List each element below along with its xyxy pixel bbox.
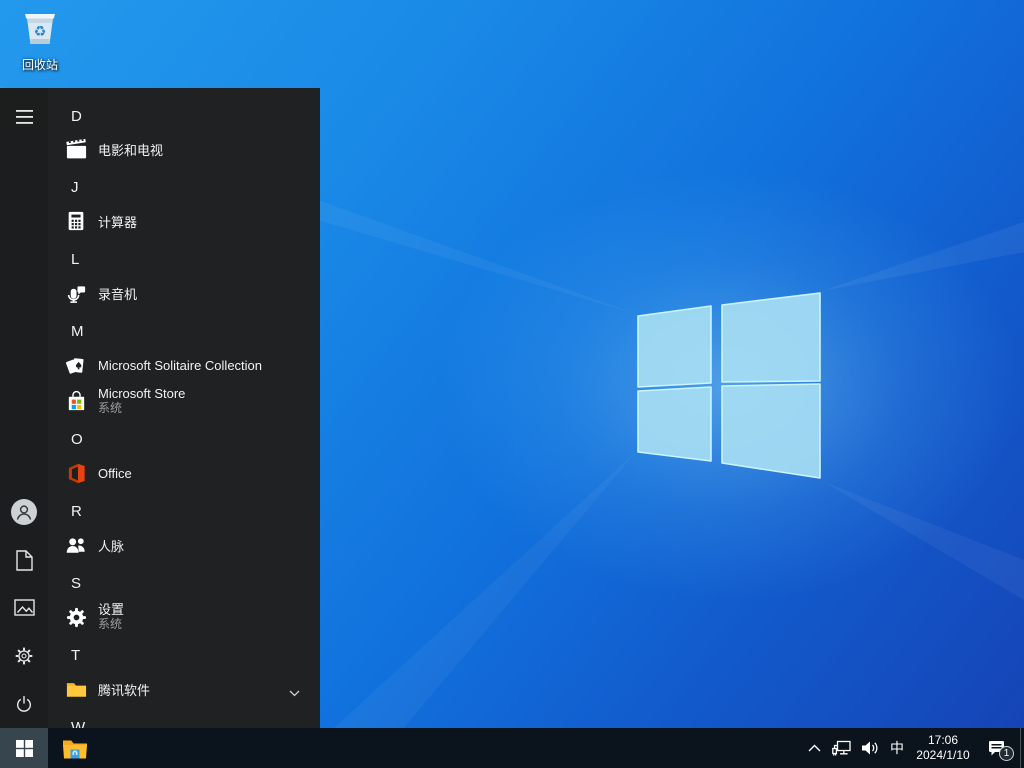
windows-desktop: ♻ 回收站 D 电影和电视 J 计算器 L 录音机 M Microsoft So… — [0, 0, 1024, 768]
app-item-tencent-folder[interactable]: 腾讯软件 — [48, 670, 320, 708]
voice-recorder-icon — [64, 281, 88, 305]
section-header-l[interactable]: L — [48, 240, 320, 278]
notification-badge: 1 — [999, 746, 1014, 761]
app-label: 录音机 — [98, 286, 138, 302]
svg-text:♻: ♻ — [34, 24, 47, 40]
recycle-bin[interactable]: ♻ 回收站 — [8, 6, 72, 73]
app-label: 电影和电视 — [98, 142, 164, 158]
section-header-o[interactable]: O — [48, 420, 320, 458]
app-item-settings[interactable]: 设置 系统 — [48, 597, 320, 637]
folder-icon — [64, 677, 88, 701]
section-letter: S — [71, 574, 82, 592]
app-label: Office — [98, 465, 132, 481]
section-header-r[interactable]: R — [48, 492, 320, 530]
file-explorer-button[interactable] — [52, 728, 98, 768]
ime-label: 中 — [890, 740, 904, 756]
system-tray: 中 17:06 2024/1/10 1 — [802, 728, 1018, 768]
section-header-m[interactable]: M — [48, 312, 320, 350]
settings-app-icon — [64, 605, 88, 629]
store-icon — [64, 389, 88, 413]
power-icon[interactable] — [0, 684, 48, 724]
app-sublabel: 系统 — [98, 401, 123, 415]
speaker-volume-icon — [861, 741, 877, 755]
clock-time: 17:06 — [927, 733, 958, 747]
start-menu-rail — [0, 88, 48, 728]
user-avatar-icon[interactable] — [0, 492, 48, 532]
app-item-voice-recorder[interactable]: 录音机 — [48, 274, 320, 312]
people-icon — [64, 533, 88, 557]
section-letter: T — [71, 646, 81, 664]
app-label: Microsoft Store — [98, 386, 186, 401]
recycle-bin-label: 回收站 — [21, 58, 58, 72]
app-label: 设置 — [98, 602, 125, 617]
pictures-icon[interactable] — [0, 587, 48, 627]
app-label: 计算器 — [98, 214, 138, 230]
app-item-microsoft-store[interactable]: Microsoft Store 系统 — [48, 381, 320, 421]
section-header-t[interactable]: T — [48, 636, 320, 674]
tray-clock[interactable]: 17:06 2024/1/10 — [910, 728, 976, 768]
app-item-office[interactable]: Office — [48, 454, 320, 492]
recycle-bin-icon: ♻ — [25, 14, 55, 44]
action-center-button[interactable]: 1 — [976, 728, 1018, 768]
office-icon — [64, 461, 88, 485]
section-letter: R — [71, 502, 82, 520]
app-label: 人脉 — [98, 538, 125, 554]
section-header-w[interactable]: W — [48, 708, 320, 729]
app-item-movies-tv[interactable]: 电影和电视 — [48, 130, 320, 168]
tray-network[interactable] — [826, 728, 856, 768]
documents-icon[interactable] — [0, 540, 48, 580]
chevron-down-icon — [289, 684, 300, 702]
section-letter: M — [71, 322, 84, 340]
settings-gear-icon[interactable] — [0, 636, 48, 676]
windows-logo-icon — [15, 739, 33, 757]
calculator-icon — [64, 209, 88, 233]
tray-ime-indicator[interactable]: 中 — [884, 728, 910, 768]
app-label: 腾讯软件 — [98, 682, 151, 698]
app-sublabel: 系统 — [98, 617, 123, 631]
show-desktop-button[interactable] — [1020, 728, 1024, 768]
app-item-calculator[interactable]: 计算器 — [48, 202, 320, 240]
app-item-solitaire[interactable]: Microsoft Solitaire Collection — [48, 346, 320, 384]
clock-date: 2024/1/10 — [916, 748, 970, 762]
app-item-people[interactable]: 人脉 — [48, 526, 320, 564]
section-letter: W — [71, 718, 86, 729]
tray-volume[interactable] — [856, 728, 884, 768]
ethernet-network-icon — [831, 740, 851, 755]
hamburger-menu-icon[interactable] — [0, 97, 48, 137]
section-letter: J — [71, 178, 79, 196]
start-menu-app-list: D 电影和电视 J 计算器 L 录音机 M Microsoft Solitair… — [48, 88, 320, 728]
taskbar: 中 17:06 2024/1/10 1 — [0, 728, 1024, 768]
section-letter: L — [71, 250, 80, 268]
file-explorer-icon — [63, 740, 87, 758]
start-menu: D 电影和电视 J 计算器 L 录音机 M Microsoft Solitair… — [0, 88, 320, 728]
section-header-j[interactable]: J — [48, 168, 320, 206]
section-letter: O — [71, 430, 83, 448]
solitaire-icon — [64, 353, 88, 377]
start-button[interactable] — [0, 728, 48, 768]
chevron-up-icon — [808, 744, 820, 752]
app-label: Microsoft Solitaire Collection — [98, 357, 263, 373]
section-letter: D — [71, 107, 82, 125]
movies-tv-icon — [64, 137, 88, 161]
tray-chevron-up[interactable] — [802, 728, 826, 768]
